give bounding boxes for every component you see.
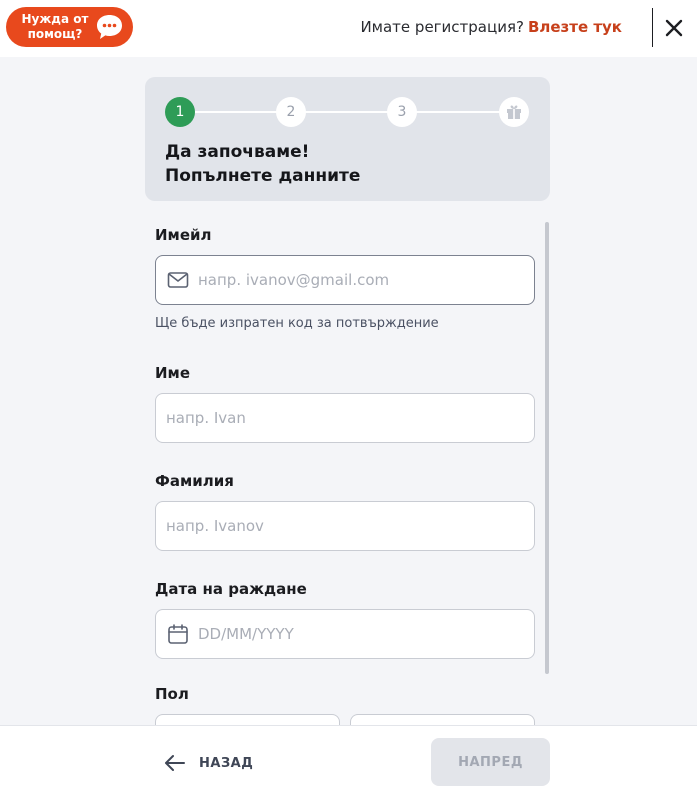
help-button[interactable]: Нужда от помощ? [6,7,133,47]
has-account-text: Имате регистрация? [360,18,524,36]
gender-label: Пол [155,685,189,703]
top-bar: Нужда от помощ? Имате регистрация? Влезте… [0,0,697,57]
step-2: 2 [276,97,306,127]
email-field[interactable]: напр. ivanov@gmail.com [155,255,535,305]
gift-icon [507,105,521,119]
last-name-placeholder: напр. Ivanov [166,517,264,535]
email-placeholder: напр. ivanov@gmail.com [198,271,390,289]
back-button[interactable]: НАЗАД [163,751,253,775]
back-button-label: НАЗАД [199,755,254,771]
first-name-label: Име [155,364,190,382]
last-name-field[interactable]: напр. Ivanov [155,501,535,551]
header-divider [652,8,653,47]
help-button-label: Нужда от помощ? [21,12,89,41]
email-label: Имейл [155,226,212,244]
stepper-title-line2: Попълнете данните [165,166,361,186]
stepper-title: Да започваме! Попълнете данните [165,140,360,188]
chat-bubble-icon [97,15,122,39]
login-prompt: Имате регистрация? Влезте тук [360,18,622,36]
progress-stepper: 1 2 3 Да започваме! Попълнете данните [145,77,550,201]
form-scrollbar[interactable] [545,222,549,674]
email-hint: Ще бъде изпратен код за потвърждение [155,316,439,331]
calendar-icon [168,624,188,644]
stepper-track [179,111,513,113]
envelope-icon [167,272,189,288]
next-button[interactable]: НАПРЕД [431,738,550,786]
birth-date-field[interactable]: DD/MM/YYYY [155,609,535,659]
first-name-placeholder: напр. Ivan [166,409,246,427]
close-icon[interactable] [662,16,686,40]
login-link[interactable]: Влезте тук [528,18,622,36]
arrow-left-icon [165,755,185,771]
bottom-bar: НАЗАД НАПРЕД [0,725,697,793]
next-button-label: НАПРЕД [458,754,523,770]
step-reward [499,97,529,127]
first-name-field[interactable]: напр. Ivan [155,393,535,443]
birth-date-label: Дата на раждане [155,580,307,598]
last-name-label: Фамилия [155,472,234,490]
birth-date-placeholder: DD/MM/YYYY [198,625,294,643]
step-3: 3 [387,97,417,127]
stepper-title-line1: Да започваме! [165,142,310,162]
step-1: 1 [165,97,195,127]
